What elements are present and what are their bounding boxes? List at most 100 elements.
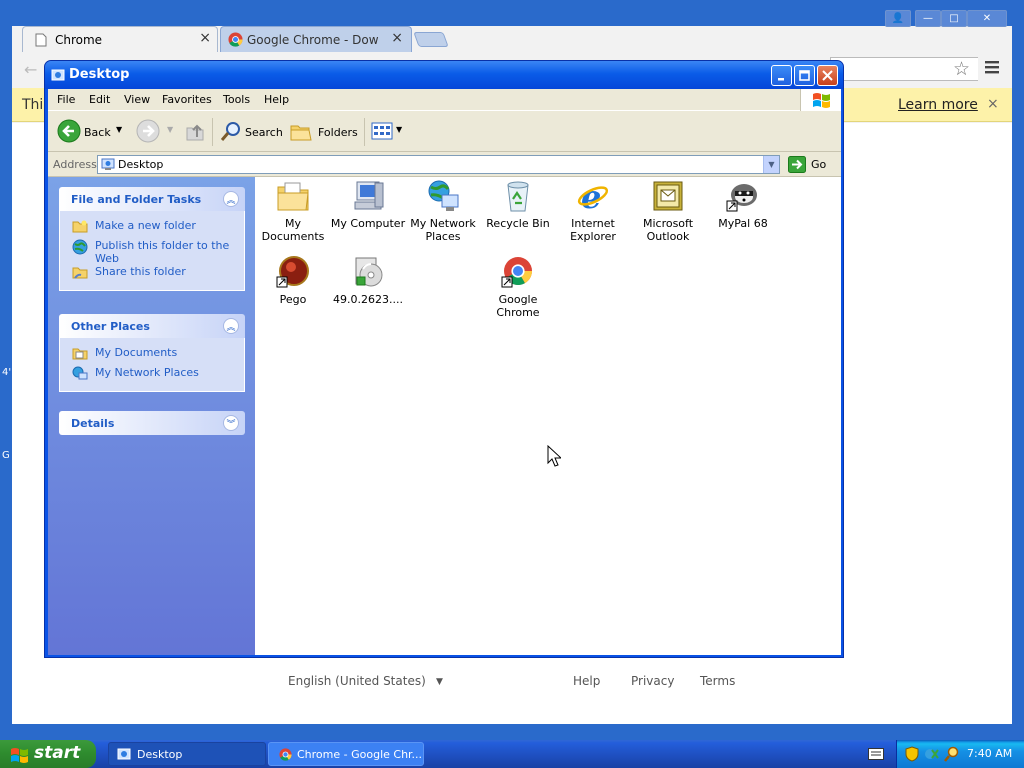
menu-bar: File Edit View Favorites Tools Help [48, 89, 841, 111]
search-icon[interactable] [220, 120, 242, 142]
globe-icon [72, 239, 88, 255]
back-arrow-icon[interactable]: ← [24, 60, 37, 79]
minimize-button[interactable]: — [915, 10, 941, 27]
chevron-down-icon[interactable]: ▼ [763, 156, 779, 173]
close-icon[interactable]: × [391, 31, 403, 45]
menu-file[interactable]: File [57, 93, 75, 106]
security-shield-icon[interactable] [905, 746, 919, 762]
maximize-button[interactable] [794, 65, 815, 86]
minimize-button[interactable] [771, 65, 792, 86]
back-button[interactable]: Back [84, 126, 111, 139]
internet-explorer-icon: e [576, 179, 610, 213]
desktop-item-recycle-bin[interactable]: Recycle Bin [480, 179, 556, 230]
collapse-icon[interactable]: ︽ [223, 318, 239, 334]
tab-chrome-download[interactable]: Google Chrome - Download a × [220, 26, 412, 52]
explorer-icon [117, 747, 131, 761]
menu-icon[interactable] [985, 60, 999, 74]
go-button[interactable]: Go [811, 158, 826, 171]
panel-header[interactable]: Other Places ︽ [59, 314, 245, 338]
my-documents-icon [276, 179, 310, 213]
address-input[interactable]: Desktop ▼ [97, 155, 780, 174]
learn-more-link[interactable]: Learn more [898, 97, 978, 113]
menu-view[interactable]: View [124, 93, 150, 106]
user-icon[interactable]: 👤 [885, 10, 911, 27]
menu-tools[interactable]: Tools [223, 93, 250, 106]
collapse-icon[interactable]: ︽ [223, 191, 239, 207]
installer-icon [351, 255, 385, 289]
desktop-item-google-chrome[interactable]: Google Chrome [480, 255, 556, 319]
star-icon[interactable]: ☆ [953, 58, 970, 80]
tab-chrome[interactable]: Chrome × [22, 26, 218, 52]
chevron-down-icon[interactable]: ▼ [116, 125, 122, 134]
address-value: Desktop [118, 158, 164, 171]
menu-edit[interactable]: Edit [89, 93, 110, 106]
side-fragment: 4' [2, 367, 12, 378]
close-button[interactable]: ✕ [967, 10, 1007, 27]
menu-help[interactable]: Help [264, 93, 289, 106]
panel-body: Make a new folder Publish this folder to… [59, 211, 245, 291]
address-label: Address [53, 158, 97, 171]
forward-icon[interactable] [136, 119, 160, 143]
tab-title: Google Chrome - Download a [247, 33, 379, 47]
file-folder-tasks-panel: File and Folder Tasks ︽ Make a new folde… [59, 187, 245, 291]
folders-button[interactable]: Folders [318, 126, 358, 139]
panel-header[interactable]: File and Folder Tasks ︽ [59, 187, 245, 211]
desktop-item-outlook[interactable]: Microsoft Outlook [630, 179, 706, 243]
menu-favorites[interactable]: Favorites [162, 93, 212, 106]
place-network[interactable]: My Network Places [60, 366, 244, 386]
chevron-down-icon[interactable]: ▼ [436, 677, 443, 687]
search-button[interactable]: Search [245, 126, 283, 139]
close-icon[interactable]: × [987, 96, 999, 112]
outlook-icon [651, 179, 685, 213]
address-bar: Address Desktop ▼ Go [48, 153, 841, 177]
item-label: Internet Explorer [570, 217, 616, 243]
place-my-documents[interactable]: My Documents [60, 346, 244, 366]
title-bar[interactable]: Desktop [45, 61, 843, 89]
other-places-panel: Other Places ︽ My Documents My Network P… [59, 314, 245, 392]
keyboard-icon[interactable] [868, 748, 884, 760]
panel-title: File and Folder Tasks [71, 193, 202, 206]
language-select[interactable]: English (United States) [288, 674, 426, 688]
start-button[interactable]: start [0, 740, 96, 768]
task-publish-web[interactable]: Publish this folder to the Web [60, 239, 244, 265]
panel-header[interactable]: Details ︾ [59, 411, 245, 435]
close-button[interactable] [817, 65, 838, 86]
desktop-item-installer[interactable]: 49.0.2623.... [330, 255, 406, 306]
item-label: MyPal 68 [718, 217, 768, 230]
search-icon[interactable] [944, 746, 960, 762]
network-icon[interactable] [924, 746, 940, 762]
desktop-item-internet-explorer[interactable]: e Internet Explorer [555, 179, 631, 243]
desktop-item-pego[interactable]: Pego [255, 255, 331, 306]
desktop-item-mypal[interactable]: MyPal 68 [705, 179, 781, 230]
chevron-down-icon[interactable]: ▼ [167, 125, 173, 134]
close-icon[interactable]: × [199, 31, 211, 45]
up-folder-icon[interactable] [184, 120, 206, 142]
desktop-item-my-computer[interactable]: My Computer [330, 179, 406, 230]
task-share-folder[interactable]: Share this folder [60, 265, 244, 285]
recycle-bin-icon [501, 179, 535, 213]
go-arrow-icon[interactable] [788, 156, 806, 173]
taskbar-label: Chrome - Google Chr... [297, 748, 423, 761]
privacy-link[interactable]: Privacy [631, 674, 674, 688]
folders-icon[interactable] [289, 120, 313, 142]
task-label: Publish this folder to the Web [95, 239, 230, 265]
system-tray: 7:40 AM [896, 740, 1024, 768]
back-icon[interactable] [57, 119, 81, 143]
terms-link[interactable]: Terms [700, 674, 735, 688]
shared-folder-icon [72, 265, 88, 279]
standard-toolbar: Back ▼ ▼ Search Folders ▼ [48, 112, 841, 152]
desktop-item-my-documents[interactable]: My Documents [255, 179, 331, 243]
mouse-cursor-icon [547, 445, 561, 467]
maximize-button[interactable]: □ [941, 10, 967, 27]
expand-icon[interactable]: ︾ [223, 415, 239, 431]
new-tab-button[interactable] [413, 32, 449, 47]
help-link[interactable]: Help [573, 674, 600, 688]
chevron-down-icon[interactable]: ▼ [396, 125, 402, 134]
views-icon[interactable] [371, 122, 393, 140]
task-make-new-folder[interactable]: Make a new folder [60, 219, 244, 239]
desktop-item-network-places[interactable]: My Network Places [405, 179, 481, 243]
taskbar-button-chrome[interactable]: Chrome - Google Chr... [268, 742, 424, 766]
taskbar-button-desktop[interactable]: Desktop [108, 742, 266, 766]
panel-title: Details [71, 417, 115, 430]
clock: 7:40 AM [967, 747, 1013, 760]
